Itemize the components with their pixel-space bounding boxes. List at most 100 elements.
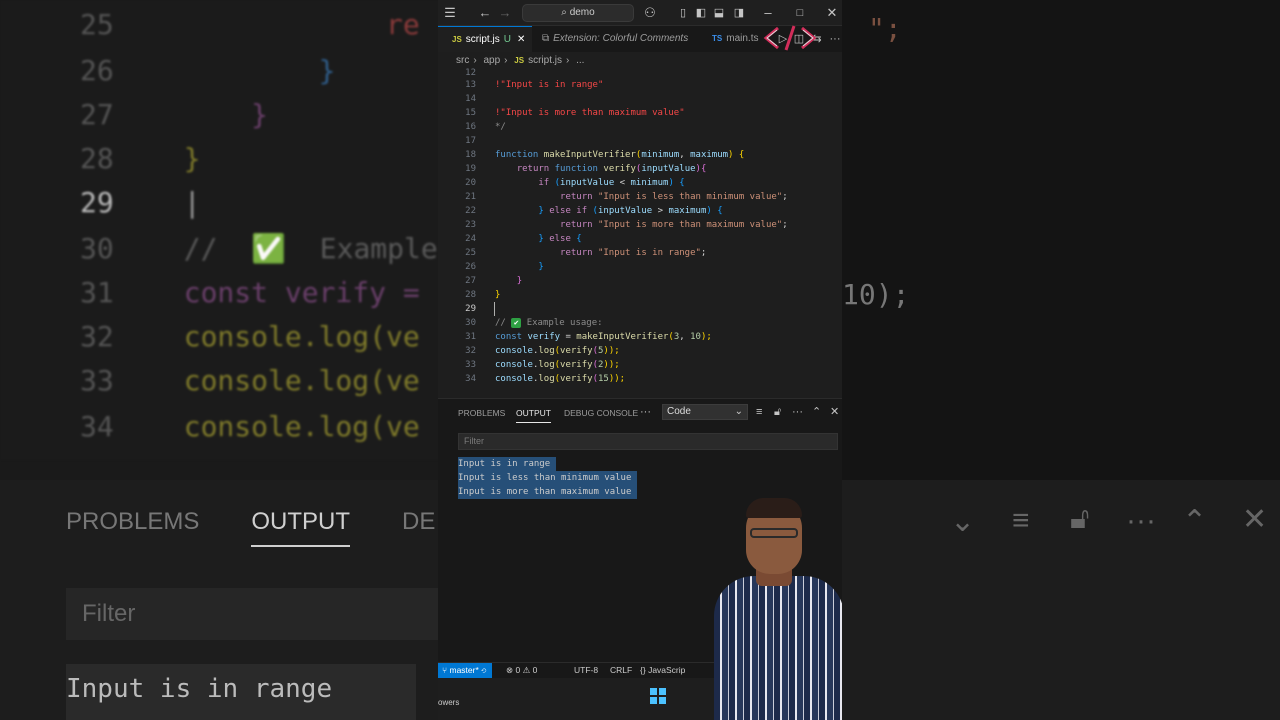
output-filter-input[interactable]: Filter: [458, 433, 838, 450]
ts-file-icon: TS: [712, 34, 723, 43]
branch-icon: ⑂: [442, 665, 448, 675]
bg-line: 28 }: [80, 142, 201, 175]
vscode-window: ☰ ← → ⌕ demo ⚇ ▯ ◧ ⬓ ◨ – □ ✕ JS script.js…: [438, 0, 842, 720]
bg-snippet: ";: [868, 12, 902, 45]
tab-debug-console[interactable]: DEBUG CONSOLE: [564, 407, 638, 423]
more-tabs-icon[interactable]: ···: [640, 405, 651, 419]
bg-line: 30 // ✅ Example: [80, 232, 438, 265]
code-line: 18 function makeInputVerifier(minimum, ma…: [465, 150, 745, 160]
tab-output[interactable]: OUTPUT: [516, 407, 551, 423]
warning-icon: ⚠: [522, 665, 531, 675]
toggle-secondary-sidebar-icon[interactable]: ◨: [732, 5, 746, 21]
code-line: 33 console.log(verify(2));: [465, 360, 620, 370]
status-encoding[interactable]: UTF-8: [574, 663, 598, 678]
status-eol[interactable]: CRLF: [610, 663, 632, 678]
channel-logo-icon: [763, 25, 817, 51]
output-line: Input is more than maximum value: [458, 485, 638, 499]
bg-line: 29 |: [80, 186, 201, 219]
output-line: Input is in range: [458, 457, 557, 471]
tab-problems[interactable]: PROBLEMS: [458, 407, 505, 423]
braces-icon: {}: [640, 665, 646, 675]
breadcrumb-symbol[interactable]: ...: [576, 55, 584, 66]
presenter-hair: [746, 498, 802, 518]
checkmark-icon: ✔: [511, 317, 522, 328]
output-channel-select[interactable]: Code ⌄: [662, 404, 748, 420]
sync-icon: ⟲: [481, 665, 487, 675]
code-line: 28}: [465, 290, 501, 300]
maximize-panel-icon[interactable]: ⌃: [812, 405, 821, 419]
panel-more-icon[interactable]: ···: [792, 405, 803, 419]
maximize-icon[interactable]: □: [794, 5, 806, 21]
code-line: 34 console.log(verify(15));: [465, 374, 626, 384]
command-center-label: demo: [569, 7, 595, 18]
background-code: 25 re 26 } 27 } 28 } 29 | 30 // ✅ Exampl…: [0, 0, 440, 460]
extension-icon: ⧉: [542, 33, 550, 44]
code-line: 22 } else if (inputValue > maximum) {: [465, 206, 723, 216]
status-language[interactable]: {} JavaScrip: [640, 663, 685, 678]
toggle-panel-icon[interactable]: ⬓: [712, 5, 726, 21]
code-line: 32 console.log(verify(5));: [465, 346, 620, 356]
more-actions-icon[interactable]: ···: [828, 31, 842, 47]
toggle-sidebar-icon[interactable]: ◧: [694, 5, 708, 21]
code-editor[interactable]: 12 13 !"Input is in range" 14 15 !"Input i…: [438, 68, 842, 398]
tab-label: Extension: Colorful Comments: [553, 33, 689, 44]
modified-badge: U: [503, 34, 511, 45]
lock-scroll-icon[interactable]: 🔓︎: [774, 405, 781, 419]
command-center[interactable]: ⌕ demo: [522, 4, 634, 22]
code-line: 14: [465, 94, 476, 104]
presenter-shirt: [714, 576, 842, 720]
presenter-glasses: [750, 528, 798, 538]
chevron-right-icon: ›: [473, 55, 477, 66]
bg-line: 31 const verify =: [80, 276, 420, 309]
code-line-current: 29: [438, 302, 842, 316]
minimize-icon[interactable]: –: [762, 5, 774, 21]
code-line: 20 if (inputValue < minimum) {: [465, 178, 685, 188]
code-line: 30// ✔ Example usage:: [465, 317, 603, 328]
status-problems[interactable]: ⊗ 0 ⚠ 0: [506, 663, 537, 678]
tab-script-js[interactable]: JS script.js U ✕: [438, 26, 532, 52]
clear-output-icon[interactable]: ≡: [756, 405, 762, 419]
bg-line: 27 }: [80, 98, 269, 131]
bg-line: 26 }: [80, 54, 336, 87]
close-panel-icon[interactable]: ✕: [830, 405, 839, 419]
code-line: 13 !"Input is in range": [465, 80, 604, 90]
js-file-icon: JS: [514, 56, 525, 65]
code-line: 31 const verify = makeInputVerifier(3, 10…: [465, 332, 712, 342]
code-line: 24 } else {: [465, 234, 582, 244]
bg-line: 34 console.log(ve: [80, 410, 420, 443]
bg-line: 25 re: [80, 8, 420, 41]
taskbar-label: owers: [438, 698, 460, 707]
copilot-icon[interactable]: ⚇: [642, 5, 658, 21]
bg-line: 33 console.log(ve: [80, 364, 420, 397]
code-line: 19 return function verify(inputValue){: [465, 164, 707, 174]
chevron-right-icon: ›: [565, 55, 570, 66]
code-line: 26 }: [465, 262, 544, 272]
background-output: Input is in range: [66, 664, 416, 720]
breadcrumb-app[interactable]: app: [483, 55, 500, 66]
tab-label: main.ts: [726, 33, 759, 44]
search-icon: ⌕: [561, 7, 567, 18]
js-file-icon: JS: [452, 35, 462, 44]
background-panel-tabs: PROBLEMS OUTPUT DE: [66, 508, 487, 547]
code-line: 27 }: [465, 276, 523, 286]
breadcrumb-file[interactable]: script.js: [528, 55, 562, 66]
code-line: 21 return "Input is less than minimum va…: [465, 192, 788, 202]
code-line: 15 !"Input is more than maximum value": [465, 108, 685, 118]
chevron-right-icon: ›: [504, 55, 508, 66]
output-line: Input is less than minimum value: [458, 471, 638, 485]
windows-start-icon[interactable]: [650, 688, 666, 704]
background-filter: Filter: [66, 588, 446, 640]
bg-line: 32 console.log(ve: [80, 320, 420, 353]
status-branch[interactable]: ⑂ master* ⟲: [438, 663, 493, 678]
back-arrow-icon[interactable]: ←: [478, 5, 492, 21]
layout-icon[interactable]: ▯: [676, 5, 690, 21]
output-channel-value: Code: [667, 406, 691, 417]
code-line: 16 */: [465, 122, 506, 132]
breadcrumb-src[interactable]: src: [456, 55, 469, 66]
tab-extension-colorful-comments[interactable]: ⧉ Extension: Colorful Comments: [532, 26, 702, 52]
tab-close-icon[interactable]: ✕: [517, 34, 525, 45]
forward-arrow-icon[interactable]: →: [498, 5, 512, 21]
close-window-icon[interactable]: ✕: [826, 5, 838, 21]
menu-icon[interactable]: ☰: [442, 5, 458, 21]
text-cursor: [494, 302, 495, 316]
